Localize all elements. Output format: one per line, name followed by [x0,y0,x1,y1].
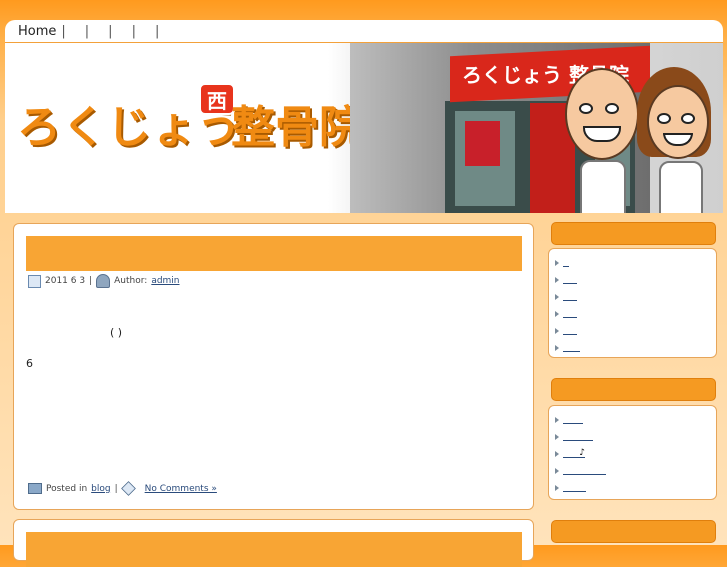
sidebar-heading [551,520,716,543]
post-body-line: ( ) [110,326,123,339]
comments-link[interactable]: No Comments » [145,484,217,494]
triangle-bullet-icon [555,433,559,440]
site-header-banner: ろくじょう 西 整骨院 ろくじょう 整骨院 [5,43,723,213]
nav-separator: | [131,23,136,39]
sidebar-item[interactable] [555,428,606,445]
folder-icon [28,483,42,494]
sidebar-item[interactable] [555,462,606,479]
triangle-bullet-icon [555,416,559,423]
triangle-bullet-icon [555,467,559,474]
sidebar-item[interactable]: ♪ [555,445,606,462]
calendar-icon [28,274,41,288]
top-nav: Home | | | | | [5,20,723,43]
author-link[interactable]: admin [151,276,179,286]
sidebar-item[interactable] [555,288,580,305]
author-prefix: Author: [114,276,148,286]
sidebar-heading [551,378,716,401]
triangle-bullet-icon [555,310,559,317]
logo-suffix-text: 整骨院 [231,102,363,153]
triangle-bullet-icon [555,276,559,283]
sidebar-box [548,248,717,358]
nav-separator: | [61,23,66,39]
posted-in-label: Posted in [46,483,88,494]
post-meta: 2011 6 3 | Author: admin [28,274,180,288]
post-title-bar[interactable] [26,532,522,567]
site-logo[interactable]: ろくじょう 西 整骨院 [17,83,363,155]
sidebar-heading [551,222,716,245]
triangle-bullet-icon [555,327,559,334]
category-link[interactable]: blog [91,484,110,494]
sidebar-item[interactable] [555,254,580,271]
nav-separator: | [84,23,90,39]
meta-separator: | [89,276,93,286]
nav-separator: | [108,23,113,39]
nav-separator: | [154,23,160,39]
sidebar-box: ♪ [548,405,717,500]
sidebar-item[interactable] [555,339,580,356]
nav-home-link[interactable]: Home [5,24,56,39]
triangle-bullet-icon [555,344,559,351]
post-date: 2011 6 3 [45,276,86,286]
sidebar-item[interactable] [555,411,606,428]
logo-badge: 西 [199,83,235,115]
blog-post [13,519,534,567]
triangle-bullet-icon [555,484,559,491]
sidebar-item[interactable] [555,271,580,288]
triangle-bullet-icon [555,450,559,457]
sidebar-item[interactable] [555,479,606,496]
post-body-line: 6 [26,357,33,370]
blog-post: 2011 6 3 | Author: admin ( ) 6 Posted in… [13,223,534,510]
post-footer: Posted in blog | No Comments » [28,481,217,496]
post-title-bar[interactable] [26,236,522,271]
sidebar-item[interactable] [555,305,580,322]
triangle-bullet-icon [555,259,559,266]
comment-icon [120,481,136,496]
user-icon [96,274,111,288]
triangle-bullet-icon [555,293,559,300]
meta-separator: | [114,483,118,494]
sidebar-item[interactable] [555,322,580,339]
